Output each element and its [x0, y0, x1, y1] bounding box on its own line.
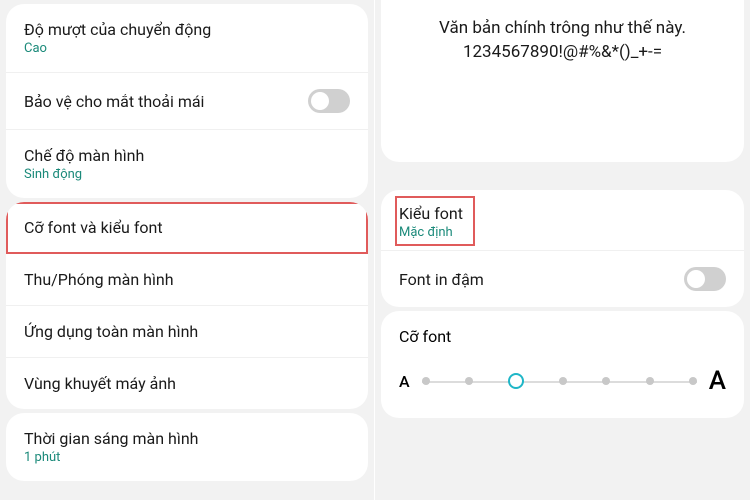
big-a-icon: A: [709, 366, 726, 396]
screen-timeout-sub: 1 phút: [24, 450, 350, 465]
screen-zoom-row[interactable]: Thu/Phóng màn hình: [6, 254, 368, 306]
motion-smoothness-row[interactable]: Độ mượt của chuyển động Cao: [6, 4, 368, 73]
camera-cutout-title: Vùng khuyết máy ảnh: [24, 374, 350, 393]
small-a-icon: A: [399, 372, 410, 391]
font-style-highlight: Kiểu font Mặc định: [397, 198, 473, 244]
font-preview: Văn bản chính trông như thế này. 1234567…: [381, 0, 744, 162]
preview-text-line1: Văn bản chính trông như thế này.: [401, 18, 724, 38]
font-size-heading: Cỡ font: [399, 327, 726, 346]
slider-step[interactable]: [465, 377, 473, 385]
eye-comfort-row[interactable]: Bảo vệ cho mắt thoải mái: [6, 73, 368, 130]
slider-step[interactable]: [559, 377, 567, 385]
bold-font-title: Font in đậm: [399, 270, 684, 289]
font-size-card: Cỡ font A A: [381, 311, 744, 418]
font-style-title: Kiểu font: [399, 204, 463, 223]
eye-comfort-title: Bảo vệ cho mắt thoải mái: [24, 92, 308, 111]
slider-thumb[interactable]: [508, 373, 524, 389]
font-size-style-row[interactable]: Cỡ font và kiểu font: [6, 202, 368, 254]
font-size-style-title: Cỡ font và kiểu font: [24, 218, 350, 237]
font-style-row[interactable]: Kiểu font Mặc định: [381, 190, 744, 251]
motion-title: Độ mượt của chuyển động: [24, 20, 350, 39]
preview-text-line2: 1234567890!@#%&*()_+-=: [401, 42, 724, 62]
fullscreen-apps-row[interactable]: Ứng dụng toàn màn hình: [6, 306, 368, 358]
screen-mode-row[interactable]: Chế độ màn hình Sinh động: [6, 130, 368, 198]
font-style-sub: Mặc định: [399, 225, 463, 240]
slider-step[interactable]: [422, 377, 430, 385]
eye-comfort-toggle[interactable]: [308, 89, 350, 113]
screen-timeout-row[interactable]: Thời gian sáng màn hình 1 phút: [6, 413, 368, 481]
screen-mode-title: Chế độ màn hình: [24, 146, 350, 165]
screen-zoom-title: Thu/Phóng màn hình: [24, 270, 350, 289]
slider-step[interactable]: [646, 377, 654, 385]
slider-step[interactable]: [602, 377, 610, 385]
bold-font-row[interactable]: Font in đậm: [381, 251, 744, 307]
slider-step[interactable]: [689, 377, 697, 385]
fullscreen-apps-title: Ứng dụng toàn màn hình: [24, 322, 350, 341]
camera-cutout-row[interactable]: Vùng khuyết máy ảnh: [6, 358, 368, 409]
bold-font-toggle[interactable]: [684, 267, 726, 291]
motion-sub: Cao: [24, 41, 350, 56]
screen-timeout-title: Thời gian sáng màn hình: [24, 429, 350, 448]
font-size-slider[interactable]: A A: [399, 366, 726, 396]
screen-mode-sub: Sinh động: [24, 167, 350, 182]
slider-dots[interactable]: [422, 373, 697, 389]
